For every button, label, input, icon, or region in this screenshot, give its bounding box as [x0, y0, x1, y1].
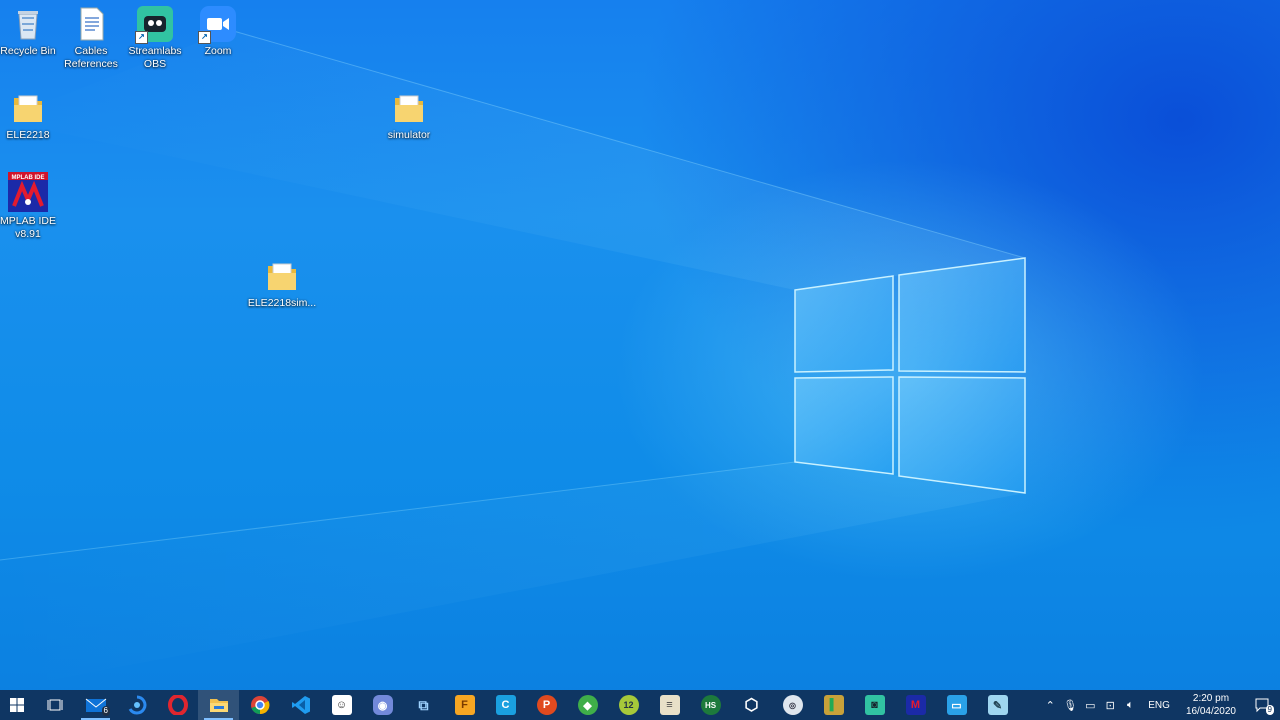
- mail-badge: 6: [101, 706, 110, 716]
- start-button[interactable]: [0, 690, 34, 720]
- battery-icon[interactable]: ▭: [1080, 690, 1100, 720]
- shortcut-arrow-icon: ↗: [198, 31, 211, 44]
- desktop-icon-ele2218sim[interactable]: ELE2218sim...: [247, 258, 317, 310]
- streamlabs-icon: ◙: [864, 695, 885, 715]
- taskbar-app-p[interactable]: P: [526, 690, 567, 720]
- streamlabs-icon: ↗: [135, 6, 173, 44]
- desktop[interactable]: Recycle Bin Cables References ↗ Streamla…: [0, 0, 1280, 690]
- notification-count: 9: [1265, 705, 1274, 715]
- clock-time: 2:20 pm: [1192, 693, 1230, 704]
- desktop-icon-streamlabs-obs[interactable]: ↗ Streamlabs OBS: [123, 6, 187, 71]
- taskbar-book-app[interactable]: ▌: [813, 690, 854, 720]
- taskbar-green-app[interactable]: ◆: [567, 690, 608, 720]
- taskbar-network-app[interactable]: ⧉: [403, 690, 444, 720]
- volume-icon[interactable]: 🔈︎: [1120, 690, 1140, 720]
- clock[interactable]: 2:20 pm 16/04/2020: [1178, 692, 1244, 718]
- desktop-icon-label: ELE2218sim...: [247, 297, 317, 309]
- desktop-icon-label: Recycle Bin: [0, 45, 56, 57]
- task-view-icon: [47, 699, 62, 711]
- pen-icon: ✎: [987, 695, 1008, 715]
- language-indicator[interactable]: ENG: [1140, 700, 1178, 711]
- action-center-button[interactable]: 9: [1244, 690, 1280, 720]
- hs-icon: HS: [700, 695, 721, 715]
- desktop-icon-ele2218[interactable]: ELE2218: [0, 90, 60, 142]
- svg-text:MPLAB IDE: MPLAB IDE: [12, 175, 45, 181]
- network-icon: ⧉: [418, 696, 429, 713]
- taskbar-chrome[interactable]: [239, 690, 280, 720]
- taskbar-opera[interactable]: [157, 690, 198, 720]
- desktop-icon-simulator[interactable]: simulator: [377, 90, 441, 142]
- taskbar-sync-app[interactable]: [116, 690, 157, 720]
- mplab-icon: M: [905, 695, 926, 715]
- desktop-icon-recycle-bin[interactable]: Recycle Bin: [0, 6, 60, 58]
- taskbar-hs-app[interactable]: HS: [690, 690, 731, 720]
- vscode-icon: [291, 696, 310, 714]
- recycle-bin-icon: [10, 6, 46, 42]
- desktop-icon-label: ELE2218: [6, 129, 50, 141]
- taskbar-streamlabs[interactable]: ◙: [854, 690, 895, 720]
- taskbar-discord[interactable]: ◉: [362, 690, 403, 720]
- folder-icon: [391, 90, 427, 126]
- taskbar-vscode[interactable]: [280, 690, 321, 720]
- opera-icon: [167, 695, 188, 715]
- task-view-button[interactable]: [34, 690, 75, 720]
- desktop-icon-label: MPLAB IDE v8.91: [0, 215, 57, 240]
- microphone-icon[interactable]: 🎙︎: [1060, 690, 1080, 720]
- taskbar-chat-app[interactable]: ☺: [321, 690, 362, 720]
- folder-icon: [264, 258, 300, 294]
- monitor-icon: ▭: [946, 695, 967, 715]
- desktop-icon-label: Zoom: [204, 45, 232, 57]
- sync-icon: [128, 695, 146, 715]
- taskbar-file-explorer[interactable]: [198, 690, 239, 720]
- zoom-icon: ↗: [198, 6, 236, 44]
- folder-icon: [10, 90, 46, 126]
- windows-icon: [10, 698, 24, 712]
- taskbar-monitor-app[interactable]: ▭: [936, 690, 977, 720]
- taskbar-virtualbox[interactable]: ⬡: [731, 690, 772, 720]
- book-icon: ▌: [823, 695, 844, 715]
- chevron-up-icon[interactable]: ⌃: [1040, 690, 1060, 720]
- clock-date: 16/04/2020: [1185, 706, 1236, 717]
- desktop-icon-label: simulator: [387, 129, 431, 141]
- taskbar-pen-app[interactable]: ✎: [977, 690, 1018, 720]
- desktop-icon-mplab-ide[interactable]: MPLAB IDE MPLAB IDE v8.91: [0, 172, 60, 241]
- taskbar-app-12[interactable]: 12: [608, 690, 649, 720]
- green-app-icon: ◆: [577, 695, 598, 715]
- chat-icon: ☺: [331, 695, 352, 715]
- f-icon: F: [454, 695, 475, 715]
- folder-icon: [209, 699, 228, 712]
- p-icon: P: [536, 695, 557, 715]
- taskbar-circle-app[interactable]: ◎: [772, 690, 813, 720]
- desktop-icon-label: Cables References: [64, 45, 118, 70]
- document-icon: ≡: [659, 695, 680, 715]
- cube-icon: ⬡: [744, 697, 759, 714]
- desktop-icon-label: Streamlabs OBS: [128, 45, 182, 70]
- taskbar-app-f[interactable]: F: [444, 690, 485, 720]
- mplab-icon: MPLAB IDE: [8, 172, 48, 212]
- taskbar-mail-button[interactable]: 6: [75, 690, 116, 720]
- taskbar-mplab[interactable]: M: [895, 690, 936, 720]
- network-icon[interactable]: ⊡: [1100, 690, 1120, 720]
- circle-app-icon: ◎: [782, 695, 803, 715]
- chrome-icon: [250, 696, 269, 715]
- twelve-icon: 12: [618, 695, 639, 715]
- system-tray: ⌃ 🎙︎ ▭ ⊡ 🔈︎ ENG 2:20 pm 16/04/2020 9: [1040, 690, 1280, 720]
- desktop-icon-zoom[interactable]: ↗ Zoom: [186, 6, 250, 58]
- desktop-icon-cables-references[interactable]: Cables References: [59, 6, 123, 71]
- taskbar-app-c[interactable]: C: [485, 690, 526, 720]
- discord-icon: ◉: [372, 695, 393, 715]
- taskbar: 6 ☺ ◉ ⧉ F C P ◆ 12 ≡ HS ⬡ ◎ ▌ ◙ M ▭ ✎ ⌃ …: [0, 690, 1280, 720]
- taskbar-document-app[interactable]: ≡: [649, 690, 690, 720]
- c-icon: C: [495, 695, 516, 715]
- document-icon: [73, 6, 109, 42]
- shortcut-arrow-icon: ↗: [135, 31, 148, 44]
